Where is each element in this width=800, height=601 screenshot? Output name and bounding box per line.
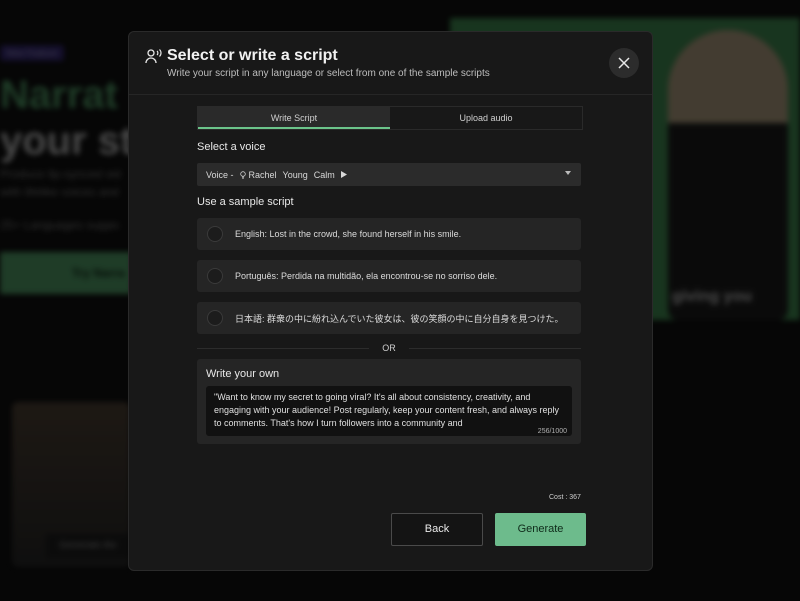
voice-name: Rachel: [248, 169, 277, 180]
tab-write-script[interactable]: Write Script: [198, 107, 390, 129]
cost-text: Cost : 367: [549, 494, 581, 501]
close-icon: [618, 57, 630, 69]
sample-option-japanese[interactable]: 日本語: 群衆の中に紛れ込んでいた彼女は、彼の笑顔の中に自分自身を見つけた。: [197, 302, 581, 334]
script-textarea[interactable]: "Want to know my secret to going viral? …: [206, 386, 572, 436]
lightbulb-icon: [239, 170, 246, 179]
radio-button[interactable]: [207, 310, 223, 326]
write-own-label: Write your own: [206, 368, 280, 380]
modal-subtitle: Write your script in any language or sel…: [167, 68, 490, 79]
generate-button[interactable]: Generate: [495, 513, 586, 546]
sample-script-label: Use a sample script: [197, 196, 294, 208]
sample-text: Português: Perdida na multidão, ela enco…: [235, 271, 498, 281]
write-own-panel: Write your own "Want to know my secret t…: [197, 359, 581, 444]
modal-header: Select or write a script Write your scri…: [129, 32, 652, 95]
play-icon[interactable]: [340, 171, 347, 178]
tab-upload-audio[interactable]: Upload audio: [390, 107, 582, 129]
sample-option-english[interactable]: English: Lost in the crowd, she found he…: [197, 218, 581, 250]
modal-title: Select or write a script: [167, 47, 338, 64]
or-divider: OR: [197, 342, 581, 354]
radio-button[interactable]: [207, 226, 223, 242]
select-voice-label: Select a voice: [197, 141, 266, 153]
script-tabs: Write Script Upload audio: [197, 106, 583, 130]
voice-select[interactable]: Voice - Rachel Young Calm: [197, 163, 581, 186]
radio-button[interactable]: [207, 268, 223, 284]
script-modal: Select or write a script Write your scri…: [128, 31, 653, 571]
voice-prefix: Voice -: [206, 169, 234, 180]
back-button[interactable]: Back: [391, 513, 483, 546]
chevron-down-icon: [565, 171, 571, 175]
voice-speaking-icon: [145, 49, 162, 64]
sample-text: 日本語: 群衆の中に紛れ込んでいた彼女は、彼の笑顔の中に自分自身を見つけた。: [235, 313, 564, 324]
divider-line: [409, 348, 581, 349]
sample-option-portuguese[interactable]: Português: Perdida na multidão, ela enco…: [197, 260, 581, 292]
character-count: 256/1000: [535, 428, 567, 435]
sample-text: English: Lost in the crowd, she found he…: [235, 229, 462, 239]
voice-age: Young: [282, 169, 308, 180]
close-button[interactable]: [609, 48, 639, 78]
voice-tone: Calm: [313, 169, 335, 180]
